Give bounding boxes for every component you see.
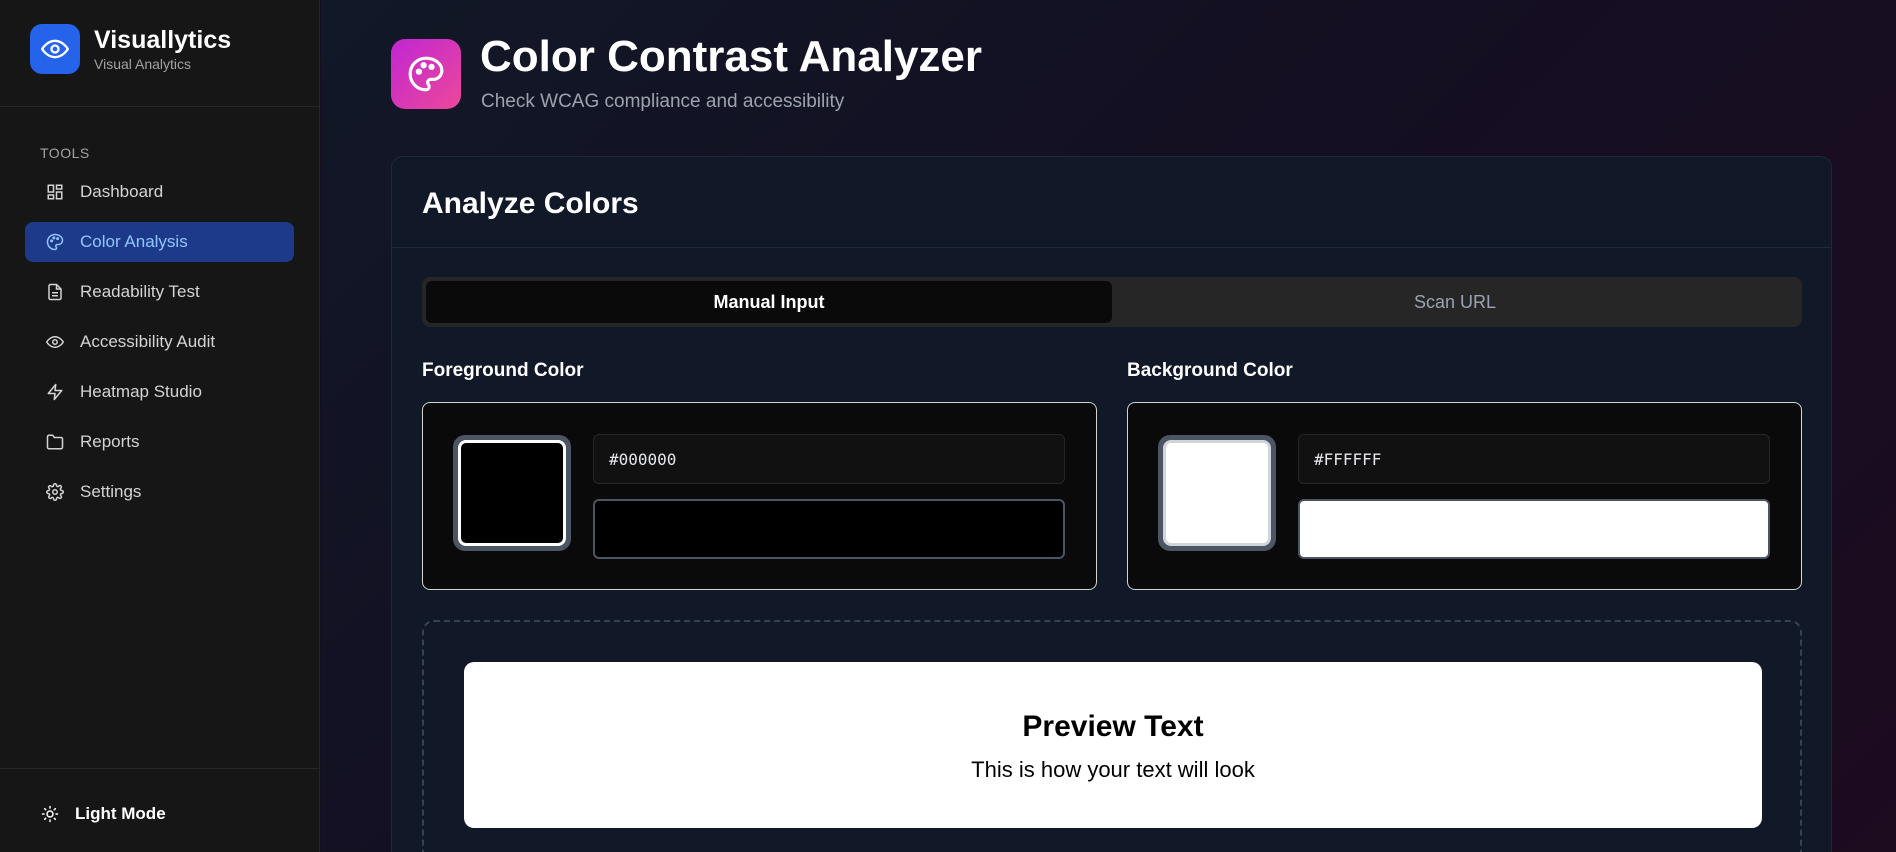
folder-icon — [45, 432, 65, 452]
sidebar-item-label: Settings — [80, 482, 142, 501]
page-subtitle: Check WCAG compliance and accessibility — [481, 91, 845, 112]
eye-icon — [45, 332, 65, 352]
sidebar-item-reports[interactable]: Reports — [25, 422, 294, 462]
background-swatch — [1163, 440, 1271, 546]
sidebar-item-accessibility-audit[interactable]: Accessibility Audit — [25, 322, 294, 362]
sidebar-item-dashboard[interactable]: Dashboard — [25, 172, 294, 212]
divider — [0, 106, 320, 107]
light-mode-toggle[interactable]: Light Mode — [40, 804, 166, 824]
tab-scan-url[interactable]: Scan URL — [1112, 281, 1798, 323]
input-mode-tabs: Manual Input Scan URL — [422, 277, 1802, 327]
sidebar-item-heatmap-studio[interactable]: Heatmap Studio — [25, 372, 294, 412]
brand-name: Visuallytics — [94, 26, 232, 54]
foreground-color-bar[interactable] — [593, 499, 1065, 559]
divider — [392, 247, 1831, 248]
sidebar: Visuallytics Visual Analytics TOOLS Dash… — [0, 0, 320, 852]
preview-title: Preview Text — [1022, 710, 1204, 743]
sidebar-nav: Dashboard Color Analysis Readability Tes… — [25, 172, 294, 522]
sidebar-item-label: Dashboard — [80, 182, 164, 201]
sidebar-item-color-analysis[interactable]: Color Analysis — [25, 222, 294, 262]
preview-body: This is how your text will look — [971, 757, 1255, 782]
palette-icon — [391, 39, 461, 109]
foreground-color-panel: #000000 — [422, 402, 1097, 590]
lightning-icon — [45, 382, 65, 402]
background-color-bar[interactable] — [1298, 499, 1770, 559]
brand[interactable]: Visuallytics Visual Analytics — [30, 24, 231, 74]
preview-box: Preview Text This is how your text will … — [464, 662, 1762, 828]
brand-subtitle: Visual Analytics — [94, 56, 192, 72]
sidebar-item-settings[interactable]: Settings — [25, 472, 294, 512]
sidebar-item-label: Reports — [80, 432, 140, 451]
sidebar-item-label: Accessibility Audit — [80, 332, 216, 351]
sidebar-item-label: Heatmap Studio — [80, 382, 202, 401]
dashboard-icon — [45, 182, 65, 202]
divider — [0, 768, 320, 769]
eye-icon — [30, 24, 80, 74]
light-mode-label: Light Mode — [75, 804, 166, 823]
sun-icon — [40, 804, 60, 824]
analyze-colors-card: Analyze Colors Manual Input Scan URL For… — [391, 156, 1832, 852]
background-label: Background Color — [1127, 360, 1293, 381]
section-label: TOOLS — [40, 145, 90, 161]
sidebar-item-label: Color Analysis — [80, 232, 188, 251]
palette-icon — [45, 232, 65, 252]
sidebar-item-readability-test[interactable]: Readability Test — [25, 272, 294, 312]
sidebar-item-label: Readability Test — [80, 282, 200, 301]
foreground-color-picker[interactable] — [453, 435, 571, 551]
main-content: Color Contrast Analyzer Check WCAG compl… — [321, 0, 1896, 852]
tab-manual-input[interactable]: Manual Input — [426, 281, 1112, 323]
background-hex-input[interactable]: #FFFFFF — [1298, 434, 1770, 484]
document-icon — [45, 282, 65, 302]
foreground-swatch — [458, 440, 566, 546]
preview-container: Preview Text This is how your text will … — [422, 620, 1802, 852]
card-title: Analyze Colors — [422, 187, 639, 220]
gear-icon — [45, 482, 65, 502]
background-color-panel: #FFFFFF — [1127, 402, 1802, 590]
foreground-label: Foreground Color — [422, 360, 584, 381]
page-title: Color Contrast Analyzer — [480, 32, 983, 81]
foreground-hex-input[interactable]: #000000 — [593, 434, 1065, 484]
background-color-picker[interactable] — [1158, 435, 1276, 551]
